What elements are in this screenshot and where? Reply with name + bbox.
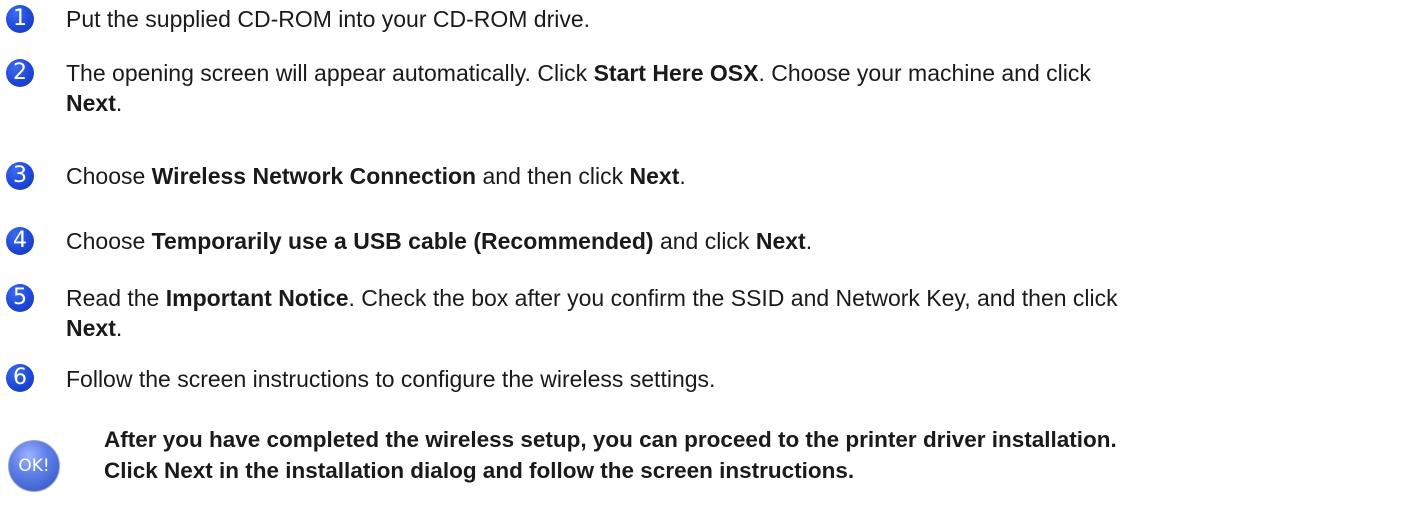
- ok-note-line-1: After you have completed the wireless se…: [104, 427, 1117, 452]
- step-number-badge: 1: [6, 5, 34, 33]
- step-text-part: . Choose your machine and click: [758, 60, 1091, 86]
- step-text: Put the supplied CD-ROM into your CD-ROM…: [66, 4, 1376, 34]
- ui-term-next: Next: [66, 90, 116, 116]
- step-text-part: .: [115, 315, 123, 341]
- step-number-badge: 3: [6, 162, 34, 190]
- step-number-badge: 4: [6, 227, 34, 255]
- step-text-part: .: [805, 228, 813, 254]
- step-number-badge: 6: [6, 364, 34, 392]
- step-text-part: and click: [653, 228, 756, 254]
- step-text-part: .: [679, 163, 686, 189]
- ok-check-icon: OK!: [8, 440, 60, 492]
- ui-term-wireless-network-connection: Wireless Network Connection: [151, 163, 477, 189]
- step-text-part: Follow the screen instructions to config…: [66, 366, 716, 392]
- ok-note-line-2: Click Next in the installation dialog an…: [104, 458, 855, 483]
- ui-term-important-notice: Important Notice: [165, 285, 349, 311]
- step-text: Choose Wireless Network Connection and t…: [66, 161, 1376, 191]
- ui-term-start-here-osx: Start Here OSX: [593, 60, 759, 86]
- step-text-part: and then click: [476, 163, 630, 189]
- step-number-badge: 2: [6, 59, 34, 87]
- step-text: The opening screen will appear automatic…: [66, 58, 1376, 118]
- step-text-part: The opening screen will appear automatic…: [66, 60, 594, 86]
- step-text-part: Put the supplied CD-ROM into your CD-ROM…: [66, 6, 591, 32]
- step-text: Read the Important Notice. Check the box…: [66, 283, 1376, 343]
- ok-note: After you have completed the wireless se…: [104, 424, 1394, 486]
- step-text-part: .: [115, 90, 123, 116]
- step-text-part: Choose: [66, 228, 152, 254]
- step-text: Follow the screen instructions to config…: [66, 364, 1376, 394]
- step-text-part: Read the: [66, 285, 166, 311]
- step-number-badge: 5: [6, 284, 34, 312]
- ui-term-temporarily-use-usb-cable: Temporarily use a USB cable (Recommended…: [151, 228, 654, 254]
- ui-term-next: Next: [66, 315, 116, 341]
- ui-term-next: Next: [629, 163, 680, 189]
- step-text-part: . Check the box after you confirm the SS…: [348, 285, 1118, 311]
- ui-term-next: Next: [755, 228, 806, 254]
- step-text: Choose Temporarily use a USB cable (Reco…: [66, 226, 1376, 256]
- step-text-part: Choose: [66, 163, 152, 189]
